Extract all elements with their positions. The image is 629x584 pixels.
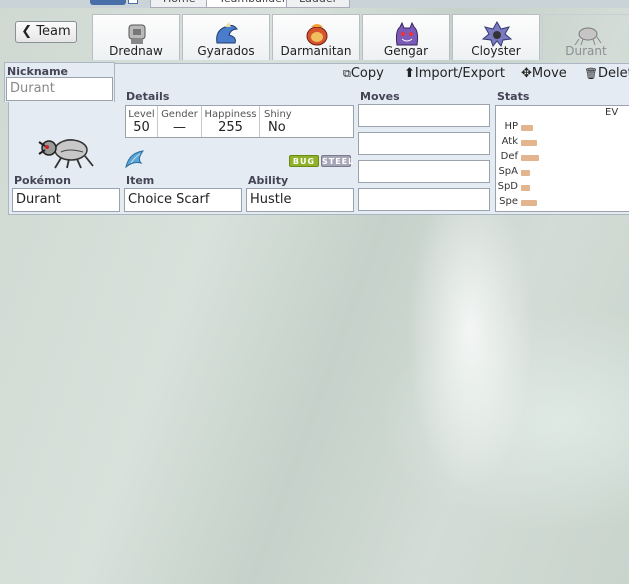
move-4-input[interactable] — [358, 188, 490, 211]
stat-row-def: Def — [496, 151, 629, 165]
level-value: 50 — [133, 120, 150, 135]
type-badge-steel: STEEL — [321, 155, 355, 167]
type-badge-bug: BUG — [289, 155, 319, 167]
stat-row-spa: SpA — [496, 166, 629, 180]
stat-row-spe: Spe — [496, 196, 629, 210]
move-1-input[interactable] — [358, 104, 490, 127]
stats-box[interactable]: EV HP Atk Def SpA SpD Spe — [495, 105, 629, 212]
details-label: Details — [126, 90, 170, 103]
slot-name: Durant — [565, 44, 607, 58]
ev-header: EV — [605, 107, 619, 118]
move-button[interactable]: ✥Move — [521, 66, 567, 81]
durant-large-sprite — [38, 139, 94, 169]
stat-bar — [521, 140, 537, 146]
copy-icon: ⧉ — [343, 67, 351, 80]
slot-name: Gengar — [383, 44, 429, 58]
stat-bar — [521, 170, 530, 176]
stat-bar — [521, 155, 539, 161]
team-button-label: Team — [36, 24, 71, 39]
move-2-input[interactable] — [358, 132, 490, 155]
import-export-button[interactable]: ⬆Import/Export — [404, 66, 505, 81]
stat-bar — [521, 185, 530, 191]
upload-icon: ⬆ — [404, 66, 415, 81]
logo-icon — [128, 0, 138, 4]
stat-bar — [521, 200, 537, 206]
pokemon-input[interactable]: Durant — [12, 188, 120, 212]
ability-input[interactable]: Hustle — [246, 188, 354, 212]
chevron-left-icon: ❮ — [21, 24, 33, 39]
beta-logo — [90, 0, 126, 5]
delete-button[interactable]: 🗑Delete — [584, 66, 629, 81]
stats-label: Stats — [497, 90, 530, 103]
slot-gengar[interactable]: Gengar — [362, 14, 450, 60]
slot-darmanitan[interactable]: Darmanitan — [272, 14, 360, 60]
move-3-input[interactable] — [358, 160, 490, 183]
copy-button[interactable]: ⧉Copy — [343, 66, 384, 81]
back-to-team-button[interactable]: ❮ Team — [15, 21, 77, 43]
tab-ladder[interactable]: Ladder — [286, 0, 351, 8]
gender-value: — — [173, 120, 186, 135]
gender-cell: Gender — — [158, 106, 202, 137]
happiness-cell: Happiness 255 — [202, 106, 260, 137]
slot-name: Cloyster — [471, 44, 521, 58]
top-navbar: Home Teambuilder Ladder — [0, 0, 629, 8]
nickname-section: Nickname Durant — [4, 62, 115, 102]
pokemon-label: Pokémon — [14, 174, 71, 187]
stat-row-spd: SpD — [496, 181, 629, 195]
shiny-value: No — [268, 120, 286, 135]
slot-drednaw[interactable]: Drednaw — [92, 14, 180, 60]
tab-home[interactable]: Home — [150, 0, 209, 8]
nickname-input[interactable]: Durant — [6, 77, 113, 101]
ability-label: Ability — [248, 174, 289, 187]
stat-row-hp: HP — [496, 121, 629, 135]
moves-label: Moves — [360, 90, 400, 103]
slot-name: Drednaw — [109, 44, 163, 58]
stat-bar — [521, 125, 533, 131]
shiny-cell: Shiny No — [260, 106, 300, 137]
level-cell: Level 50 — [126, 106, 158, 137]
item-label: Item — [126, 174, 155, 187]
stat-row-atk: Atk — [496, 136, 629, 150]
slot-gyarados[interactable]: Gyarados — [182, 14, 270, 60]
move-icon: ✥ — [521, 66, 532, 81]
details-box[interactable]: Level 50 Gender — Happiness 255 Shiny No — [125, 105, 354, 138]
slot-cloyster[interactable]: Cloyster — [452, 14, 540, 60]
item-input[interactable]: Choice Scarf — [124, 188, 242, 212]
slot-name: Darmanitan — [280, 44, 352, 58]
trash-icon: 🗑 — [584, 67, 598, 80]
slot-name: Gyarados — [197, 44, 255, 58]
happiness-value: 255 — [218, 120, 243, 135]
choice-scarf-icon — [125, 150, 145, 169]
slot-durant[interactable]: Durant — [542, 14, 629, 60]
